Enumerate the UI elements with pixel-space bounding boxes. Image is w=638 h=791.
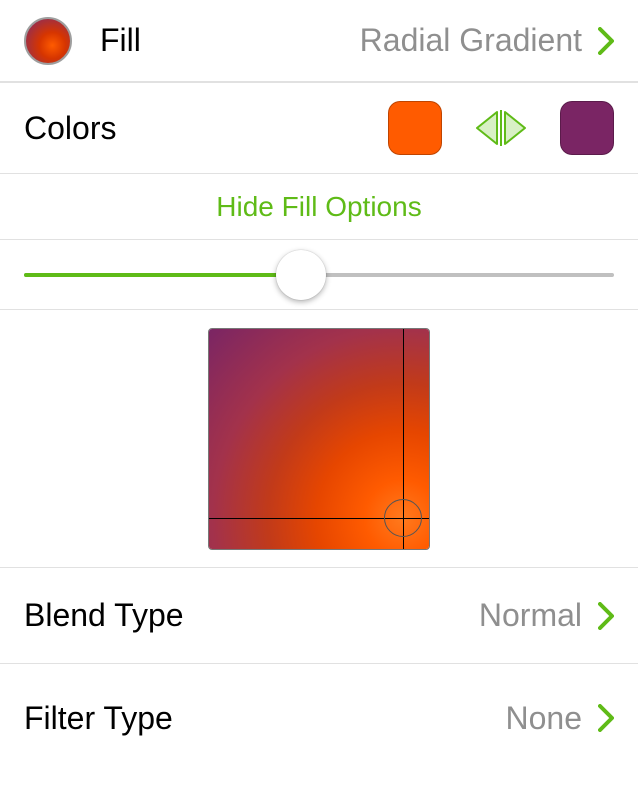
slider-track-fill <box>24 273 301 277</box>
colors-label: Colors <box>24 110 116 147</box>
fill-type-value: Radial Gradient <box>360 22 582 59</box>
slider-thumb[interactable] <box>276 250 326 300</box>
blend-type-value: Normal <box>479 597 582 634</box>
fill-preview-swatch <box>24 17 72 65</box>
filter-type-label: Filter Type <box>24 700 173 737</box>
gradient-start-color[interactable] <box>388 101 442 155</box>
blend-type-label: Blend Type <box>24 597 184 634</box>
fill-label: Fill <box>100 22 141 59</box>
gradient-preview-row <box>0 310 638 568</box>
chevron-right-icon <box>598 602 614 630</box>
hide-fill-options-label: Hide Fill Options <box>216 191 421 223</box>
gradient-position-slider[interactable] <box>24 250 614 300</box>
fill-row[interactable]: Fill Radial Gradient <box>0 0 638 82</box>
hide-fill-options-button[interactable]: Hide Fill Options <box>0 174 638 240</box>
colors-row: Colors <box>0 82 638 174</box>
gradient-preview[interactable] <box>208 328 430 550</box>
gradient-slider-row <box>0 240 638 310</box>
chevron-right-icon <box>598 704 614 732</box>
gradient-center-handle[interactable] <box>384 499 422 537</box>
filter-type-row[interactable]: Filter Type None <box>0 664 638 772</box>
blend-type-row[interactable]: Blend Type Normal <box>0 568 638 664</box>
swap-colors-button[interactable] <box>470 105 532 151</box>
gradient-end-color[interactable] <box>560 101 614 155</box>
filter-type-value: None <box>506 700 583 737</box>
chevron-right-icon <box>598 27 614 55</box>
